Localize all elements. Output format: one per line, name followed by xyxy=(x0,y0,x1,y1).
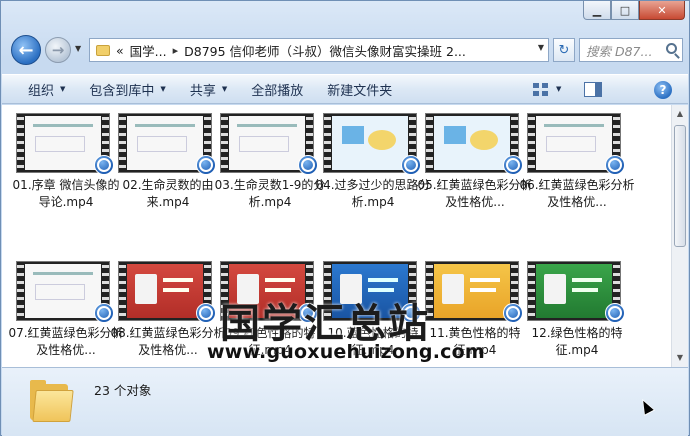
breadcrumb-item[interactable]: 国学... xyxy=(130,41,167,60)
refresh-button[interactable]: ↻ xyxy=(553,38,575,62)
chevron-down-icon: ▼ xyxy=(221,85,228,93)
film-strip-icon xyxy=(324,114,331,172)
new-folder-label: 新建文件夹 xyxy=(327,83,393,99)
thumbnail-frame xyxy=(127,116,203,170)
close-button[interactable]: ✕ xyxy=(639,1,685,20)
thumbnail-frame xyxy=(536,116,612,170)
change-view-icon[interactable] xyxy=(533,83,549,97)
chevron-down-icon: ▼ xyxy=(160,85,166,93)
thumbnail-frame xyxy=(127,264,203,318)
film-strip-icon xyxy=(17,262,24,320)
film-strip-icon xyxy=(426,114,433,172)
media-player-badge-icon xyxy=(401,155,421,175)
file-name[interactable]: 05.红黄蓝绿色彩分析及性格优... xyxy=(417,177,533,211)
mouse-cursor-icon xyxy=(636,396,656,416)
recent-pages-chevron-icon[interactable]: ▼ xyxy=(75,44,81,53)
forward-button[interactable]: → xyxy=(45,37,71,63)
thumbnail-frame xyxy=(434,116,510,170)
maximize-button[interactable]: □ xyxy=(611,1,639,20)
film-strip-icon xyxy=(17,114,24,172)
new-folder-button[interactable]: 新建文件夹 xyxy=(315,74,404,104)
help-icon[interactable]: ? xyxy=(654,81,672,99)
view-options-chevron-icon[interactable]: ▼ xyxy=(556,85,561,93)
back-button[interactable]: ← xyxy=(11,35,41,65)
media-player-badge-icon xyxy=(196,303,216,323)
media-player-badge-icon xyxy=(196,155,216,175)
breadcrumb-current[interactable]: D8795 信仰老师（斗叔）微信头像财富实操班 2... xyxy=(184,41,466,60)
address-row: ← → ▼ « 国学... ▸ D8795 信仰老师（斗叔）微信头像财富实操班 … xyxy=(7,31,683,71)
thumbnail-frame xyxy=(25,116,101,170)
scrollbar-thumb[interactable] xyxy=(674,125,686,247)
scroll-up-icon[interactable]: ▲ xyxy=(673,106,687,122)
folder-icon xyxy=(96,44,110,56)
caption-buttons: ▁ □ ✕ xyxy=(583,1,685,21)
command-bar: 组织 ▼ 包含到库中 ▼ 共享 ▼ 全部播放 新建文件夹 ▼ ? xyxy=(2,74,688,104)
media-player-badge-icon xyxy=(94,303,114,323)
breadcrumb-overflow[interactable]: « xyxy=(116,43,124,58)
media-player-badge-icon xyxy=(503,155,523,175)
play-all-button[interactable]: 全部播放 xyxy=(239,74,315,104)
address-bar[interactable]: « 国学... ▸ D8795 信仰老师（斗叔）微信头像财富实操班 2... ▼ xyxy=(89,38,549,62)
address-history-chevron-icon[interactable]: ▼ xyxy=(538,43,544,52)
scroll-down-icon[interactable]: ▼ xyxy=(673,350,687,366)
vertical-scrollbar[interactable]: ▲ ▼ xyxy=(671,105,688,367)
media-player-badge-icon xyxy=(605,303,625,323)
explorer-window: ▁ □ ✕ ← → ▼ « 国学... ▸ D8795 信仰老师（斗叔）微信头像… xyxy=(0,0,690,436)
search-placeholder: 搜索 D87... xyxy=(586,43,653,59)
chevron-down-icon: ▼ xyxy=(60,85,66,93)
play-all-label: 全部播放 xyxy=(251,83,304,99)
film-strip-icon xyxy=(528,262,535,320)
thumbnail-frame xyxy=(434,264,510,318)
organize-label: 组织 xyxy=(28,83,55,99)
file-name[interactable]: 12.绿色性格的特征.mp4 xyxy=(519,325,635,359)
file-name[interactable]: 06.红黄蓝绿色彩分析及性格优... xyxy=(519,177,635,211)
film-strip-icon xyxy=(221,114,228,172)
media-player-badge-icon xyxy=(605,155,625,175)
file-name[interactable]: 01.序章 微信头像的导论.mp4 xyxy=(8,177,124,211)
file-list: 01.序章 微信头像的导论.mp4 02.生命灵数的由来.mp4 03.生命灵数1-… xyxy=(2,105,671,367)
media-player-badge-icon xyxy=(94,155,114,175)
minimize-button[interactable]: ▁ xyxy=(583,1,611,20)
file-name[interactable]: 07.红黄蓝绿色彩分析及性格优... xyxy=(8,325,124,359)
film-strip-icon xyxy=(528,114,535,172)
details-pane: 23 个对象 xyxy=(2,367,688,436)
file-name[interactable]: 04.过多过少的思路分析.mp4 xyxy=(315,177,431,211)
film-strip-icon xyxy=(119,114,126,172)
preview-pane-icon[interactable] xyxy=(584,82,602,97)
media-player-badge-icon xyxy=(298,155,318,175)
share-label: 共享 xyxy=(189,83,216,99)
thumbnail-frame xyxy=(332,116,408,170)
thumbnail-frame xyxy=(25,264,101,318)
media-player-badge-icon xyxy=(503,303,523,323)
breadcrumb-separator-icon[interactable]: ▸ xyxy=(173,44,179,57)
film-strip-icon xyxy=(119,262,126,320)
include-in-library-menu[interactable]: 包含到库中 ▼ xyxy=(77,74,177,104)
share-menu[interactable]: 共享 ▼ xyxy=(178,74,239,104)
file-name[interactable]: 03.生命灵数1-9的分析.mp4 xyxy=(212,177,328,211)
search-input[interactable]: 搜索 D87... xyxy=(579,38,683,62)
thumbnail-frame xyxy=(229,116,305,170)
include-in-library-label: 包含到库中 xyxy=(89,83,155,99)
folder-icon xyxy=(28,380,74,422)
item-count: 23 个对象 xyxy=(94,383,152,398)
watermark-url: www.guoxuehuizong.com xyxy=(207,341,485,363)
thumbnail-frame xyxy=(536,264,612,318)
search-icon[interactable] xyxy=(666,43,677,54)
organize-menu[interactable]: 组织 ▼ xyxy=(2,74,77,104)
file-name[interactable]: 02.生命灵数的由来.mp4 xyxy=(110,177,226,211)
